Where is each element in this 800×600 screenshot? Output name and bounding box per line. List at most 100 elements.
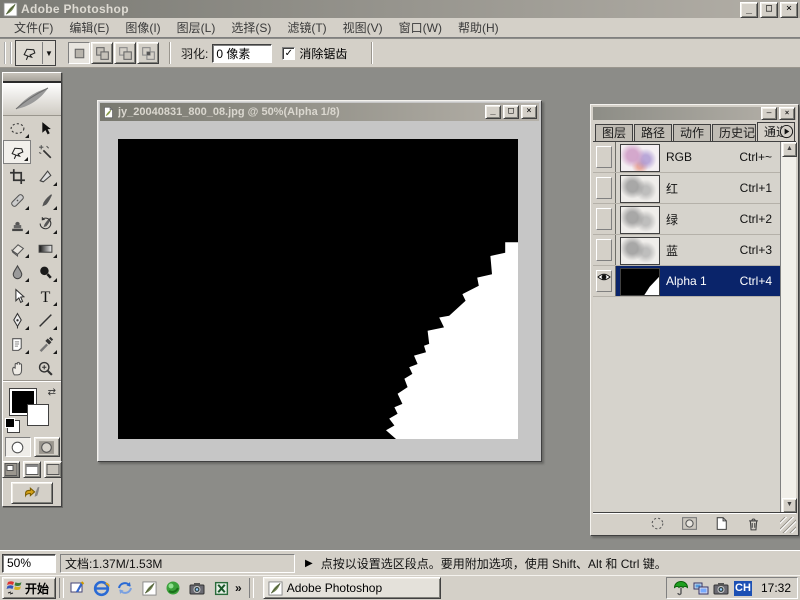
antialias-checkbox[interactable]: ✓	[282, 47, 295, 60]
palette-minimize-button[interactable]: –	[761, 107, 777, 120]
eye-toggle[interactable]	[596, 239, 612, 261]
tool-preset-picker[interactable]: ▼	[15, 40, 56, 66]
selection-mode-button[interactable]	[137, 42, 159, 64]
quick-launch-icon[interactable]	[67, 578, 87, 598]
quick-launch-overflow[interactable]: »	[235, 581, 242, 595]
menu-item[interactable]: 窗口(W)	[391, 17, 450, 38]
image-canvas[interactable]	[118, 139, 518, 439]
menu-item[interactable]: 图层(L)	[169, 17, 224, 38]
visibility-cell[interactable]	[593, 204, 616, 234]
menu-item[interactable]: 文件(F)	[6, 17, 61, 38]
tool-button[interactable]	[31, 164, 59, 188]
tool-button[interactable]: T	[31, 284, 59, 308]
quick-launch-icon[interactable]	[139, 578, 159, 598]
app-minimize-button[interactable]: _	[740, 2, 758, 18]
tray-icon[interactable]	[673, 580, 689, 596]
doc-minimize-button[interactable]: _	[485, 105, 501, 119]
document-titlebar[interactable]: jy_20040831_800_08.jpg @ 50%(Alpha 1/8) …	[100, 103, 539, 121]
zoom-level-field[interactable]: 50%	[2, 554, 56, 573]
scroll-down-icon[interactable]: ▼	[782, 498, 797, 513]
tool-button[interactable]	[31, 260, 59, 284]
default-colors-icon[interactable]	[7, 420, 20, 433]
start-button[interactable]: 开始	[2, 577, 56, 599]
standard-screen-button[interactable]	[2, 461, 20, 478]
selection-mode-button[interactable]	[68, 42, 90, 64]
menu-item[interactable]: 选择(S)	[223, 17, 279, 38]
palette-menu-button[interactable]	[779, 124, 794, 139]
chevron-down-icon[interactable]: ▼	[43, 49, 55, 58]
selection-mode-button[interactable]	[91, 42, 113, 64]
menu-item[interactable]: 编辑(E)	[61, 17, 117, 38]
status-arrow-icon[interactable]: ▶	[305, 558, 313, 569]
tool-button[interactable]	[3, 140, 31, 164]
tool-button[interactable]	[3, 260, 31, 284]
palette-tab[interactable]: 历史记	[712, 124, 756, 141]
visibility-cell[interactable]	[593, 142, 616, 172]
palette-tab[interactable]: 图层	[595, 124, 633, 141]
tool-button[interactable]	[31, 212, 59, 236]
tool-button[interactable]	[31, 332, 59, 356]
quick-launch-icon[interactable]	[163, 578, 183, 598]
tool-button[interactable]	[3, 236, 31, 260]
palette-resize-grip[interactable]	[780, 517, 796, 533]
palette-action-button[interactable]	[648, 515, 666, 531]
jump-to-imageready-button[interactable]	[11, 482, 53, 504]
tool-button[interactable]	[3, 164, 31, 188]
ime-indicator[interactable]: CH	[734, 581, 752, 596]
tool-button[interactable]	[3, 188, 31, 212]
channel-row[interactable]: 红 Ctrl+1	[593, 173, 780, 204]
eye-toggle[interactable]	[596, 177, 612, 199]
toolbox-drag-handle[interactable]	[3, 73, 61, 83]
taskbar-app-button[interactable]: Adobe Photoshop	[263, 577, 441, 599]
quickmask-mode-button[interactable]	[34, 437, 60, 457]
visibility-cell[interactable]	[593, 173, 616, 203]
fullscreen-menubar-button[interactable]	[23, 461, 41, 478]
palette-action-button[interactable]	[680, 515, 698, 531]
visibility-cell[interactable]	[593, 266, 616, 296]
eye-toggle[interactable]	[596, 208, 612, 230]
quick-launch-icon[interactable]	[187, 578, 207, 598]
menu-item[interactable]: 滤镜(T)	[279, 17, 334, 38]
tool-button[interactable]	[31, 356, 59, 380]
palette-tab[interactable]: 路径	[634, 124, 672, 141]
feather-input[interactable]	[212, 44, 272, 63]
doc-close-button[interactable]: ×	[521, 105, 537, 119]
quick-launch-icon[interactable]	[115, 578, 135, 598]
palette-action-button[interactable]	[712, 515, 730, 531]
fullscreen-button[interactable]	[44, 461, 62, 478]
selection-mode-button[interactable]	[114, 42, 136, 64]
tool-button[interactable]	[31, 236, 59, 260]
menu-item[interactable]: 图像(I)	[117, 17, 168, 38]
tool-button[interactable]	[3, 284, 31, 308]
tool-button[interactable]	[3, 116, 31, 140]
channel-row[interactable]: 绿 Ctrl+2	[593, 204, 780, 235]
tool-button[interactable]	[3, 308, 31, 332]
tray-icon[interactable]	[693, 580, 709, 596]
channel-row[interactable]: Alpha 1 Ctrl+4	[593, 266, 780, 297]
quick-launch-icon[interactable]	[211, 578, 231, 598]
eye-toggle[interactable]	[596, 270, 612, 292]
palette-tab[interactable]: 动作	[673, 124, 711, 141]
tray-icon[interactable]	[713, 580, 729, 596]
app-close-button[interactable]: ×	[780, 2, 798, 18]
tool-button[interactable]	[31, 188, 59, 212]
tool-button[interactable]	[3, 332, 31, 356]
eye-toggle[interactable]	[596, 146, 612, 168]
background-color-swatch[interactable]	[27, 404, 49, 426]
menu-item[interactable]: 帮助(H)	[450, 17, 507, 38]
channel-row[interactable]: RGB Ctrl+~	[593, 142, 780, 173]
tool-button[interactable]	[31, 140, 59, 164]
tool-button[interactable]	[31, 308, 59, 332]
visibility-cell[interactable]	[593, 235, 616, 265]
palette-scrollbar[interactable]: ▲ ▼	[780, 142, 796, 513]
doc-maximize-button[interactable]: □	[503, 105, 519, 119]
quick-launch-icon[interactable]	[91, 578, 111, 598]
tool-button[interactable]	[3, 356, 31, 380]
scroll-up-icon[interactable]: ▲	[782, 142, 797, 157]
standard-mode-button[interactable]	[5, 437, 31, 457]
palette-action-button[interactable]	[744, 515, 762, 531]
app-restore-button[interactable]: □	[760, 2, 778, 18]
palette-titlebar[interactable]: – ×	[593, 107, 796, 120]
tool-button[interactable]	[3, 212, 31, 236]
tool-button[interactable]	[31, 116, 59, 140]
